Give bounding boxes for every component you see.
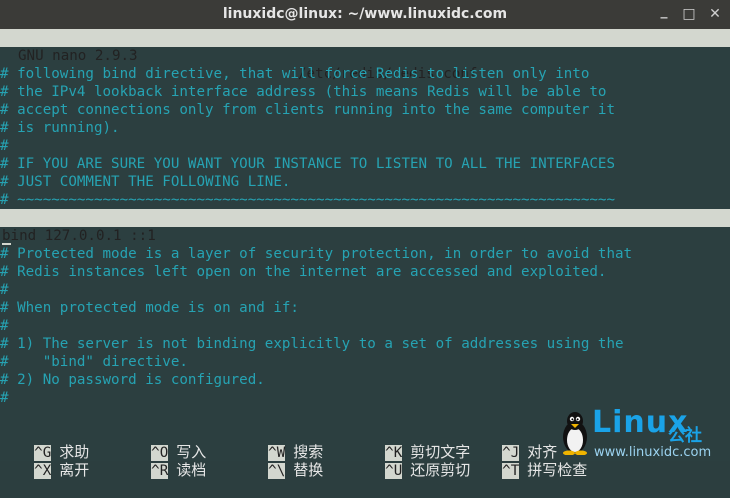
maximize-icon[interactable]: □	[680, 5, 698, 23]
shortcut-label: 替换	[293, 461, 324, 479]
editor-line[interactable]: # IF YOU ARE SURE YOU WANT YOUR INSTANCE…	[0, 155, 615, 173]
shortcut-key: ^R	[151, 463, 169, 479]
bind-line-text: bind 127.0.0.1 ::1	[2, 228, 156, 244]
shortcut-search[interactable]: ^W 搜索	[234, 425, 323, 461]
terminal-area[interactable]: GNU nano 2.9.3 /etc/redis/redis.conf # f…	[0, 29, 730, 479]
editor-line[interactable]: #	[0, 137, 9, 155]
editor-line[interactable]: # ~~~~~~~~~~~~~~~~~~~~~~~~~~~~~~~~~~~~~~…	[0, 191, 615, 209]
shortcut-label: 离开	[59, 461, 90, 479]
close-icon[interactable]: ✕	[706, 5, 724, 23]
watermark-url: www.linuxidc.com	[594, 445, 712, 460]
shortcut-cut-text[interactable]: ^K 剪切文字	[351, 425, 470, 461]
editor-line[interactable]: #	[0, 281, 9, 299]
tux-penguin-icon	[563, 412, 587, 455]
editor-line[interactable]: # Redis instances left open on the inter…	[0, 263, 606, 281]
editor-line-selected[interactable]: bind 127.0.0.1 ::1	[0, 209, 730, 244]
shortcut-uncut-text[interactable]: ^U 还原剪切	[351, 443, 470, 479]
editor-line[interactable]: # JUST COMMENT THE FOLLOWING LINE.	[0, 173, 290, 191]
editor-line[interactable]: # Protected mode is a layer of security …	[0, 245, 632, 263]
shortcut-key: ^X	[34, 463, 52, 479]
shortcut-write-out[interactable]: ^O 写入	[117, 425, 206, 461]
editor-line[interactable]: # the IPv4 lookback interface address (t…	[0, 83, 606, 101]
editor-line[interactable]: #	[0, 317, 9, 335]
nano-header-bar: GNU nano 2.9.3 /etc/redis/redis.conf	[0, 29, 730, 82]
window-titlebar: linuxidc@linux: ~/www.linuxidc.com _ □ ✕	[0, 0, 730, 29]
nano-version: GNU nano 2.9.3	[18, 48, 138, 64]
editor-line[interactable]: #	[0, 389, 9, 407]
editor-line[interactable]: # When protected mode is on and if:	[0, 299, 299, 317]
shortcut-replace[interactable]: ^\ 替换	[234, 443, 323, 479]
watermark-logo: Linux 公社 www.linuxidc.com	[560, 405, 730, 461]
shortcut-key: ^U	[385, 463, 403, 479]
shortcut-help[interactable]: ^G 求助	[0, 425, 89, 461]
shortcut-label: 拼写检查	[527, 461, 588, 479]
shortcut-label: 读档	[176, 461, 207, 479]
window-title: linuxidc@linux: ~/www.linuxidc.com	[222, 6, 508, 22]
editor-line[interactable]: # following bind directive, that will fo…	[0, 65, 589, 83]
shortcut-label: 还原剪切	[410, 461, 471, 479]
editor-line[interactable]: # "bind" directive.	[0, 353, 188, 371]
shortcut-read-file[interactable]: ^R 读档	[117, 443, 206, 479]
minimize-icon[interactable]: _	[655, 2, 673, 20]
shortcut-key: ^T	[502, 463, 520, 479]
editor-line[interactable]: # is running).	[0, 119, 120, 137]
shortcut-justify[interactable]: ^J 对齐	[468, 425, 557, 461]
shortcut-exit[interactable]: ^X 离开	[0, 443, 89, 479]
shortcut-key: ^\	[268, 463, 286, 479]
editor-line[interactable]: # accept connections only from clients r…	[0, 101, 615, 119]
watermark-suffix: 公社	[668, 426, 702, 446]
editor-line[interactable]: # 2) No password is configured.	[0, 371, 265, 389]
editor-line[interactable]: # 1) The server is not binding explicitl…	[0, 335, 624, 353]
